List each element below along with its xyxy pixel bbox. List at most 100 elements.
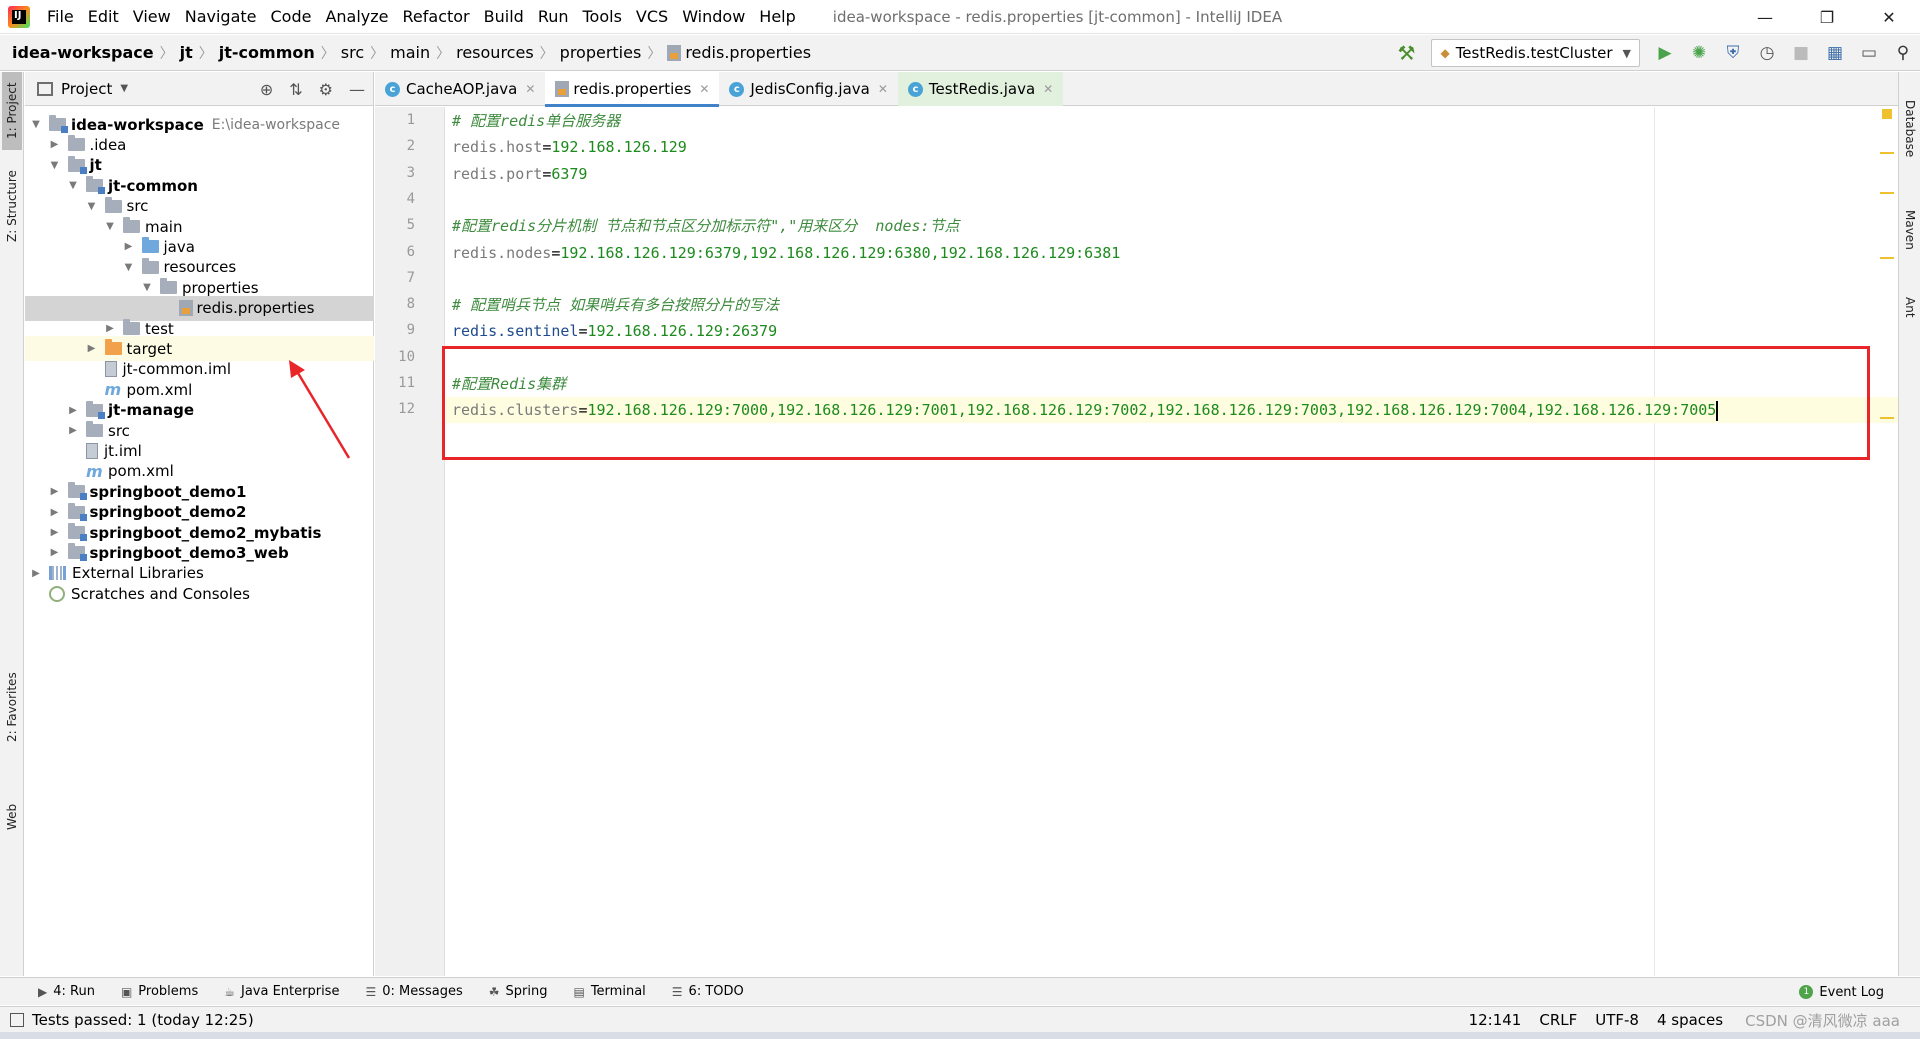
chevron-right-icon[interactable]: ▶: [48, 547, 62, 558]
chevron-right-icon[interactable]: ▶: [48, 486, 62, 497]
chevron-right-icon[interactable]: ▶: [48, 527, 62, 538]
stripe-mark[interactable]: [1880, 417, 1894, 419]
indent-setting[interactable]: 4 spaces: [1657, 1011, 1723, 1029]
menu-help[interactable]: Help: [752, 0, 802, 34]
menu-edit[interactable]: Edit: [81, 0, 126, 34]
code-editor[interactable]: # 配置redis单台服务器 redis.host=192.168.126.129…: [446, 107, 1898, 976]
code-line[interactable]: redis.sentinel=192.168.126.129:26379: [452, 318, 777, 344]
bottom-tool-button[interactable]: ☘ Spring: [477, 984, 562, 999]
bottom-tool-button[interactable]: ▤ Terminal: [561, 984, 659, 999]
minimize-icon[interactable]: —: [1734, 0, 1796, 34]
close-icon[interactable]: ✕: [699, 82, 709, 96]
tree-node[interactable]: Scratches and Consoles: [25, 581, 374, 606]
breadcrumb-item[interactable]: idea-workspace: [6, 43, 160, 62]
locate-icon[interactable]: ⊕: [260, 80, 273, 99]
search-icon[interactable]: ⚲: [1886, 38, 1920, 68]
chevron-right-icon[interactable]: ▶: [29, 568, 43, 579]
tab-project[interactable]: 1: Project: [2, 72, 22, 150]
chevron-right-icon[interactable]: ▶: [66, 425, 80, 436]
breadcrumb-item[interactable]: redis.properties: [661, 43, 817, 62]
menu-file[interactable]: File: [40, 0, 81, 34]
gear-icon[interactable]: ⚙: [319, 80, 333, 99]
tab-maven[interactable]: Maven: [1900, 190, 1920, 270]
line-separator[interactable]: CRLF: [1539, 1011, 1577, 1029]
tab-web[interactable]: Web: [2, 792, 22, 842]
menu-tools[interactable]: Tools: [576, 0, 629, 34]
menu-refactor[interactable]: Refactor: [396, 0, 477, 34]
code-line[interactable]: redis.nodes=192.168.126.129:6379,192.168…: [452, 240, 1120, 266]
code-line[interactable]: #配置redis分片机制 节点和节点区分加标示符","用来区分 nodes:节点: [452, 213, 960, 239]
profile-icon[interactable]: ◷: [1750, 38, 1784, 68]
debug-bug-icon[interactable]: ✺: [1682, 38, 1716, 68]
close-icon[interactable]: ✕: [525, 82, 535, 96]
editor-tab[interactable]: redis.properties ✕: [545, 72, 720, 107]
run-configuration-select[interactable]: ◆ TestRedis.testCluster ▼: [1431, 39, 1640, 67]
hide-icon[interactable]: —: [349, 80, 365, 99]
bottom-tool-button[interactable]: ▣ Problems: [109, 984, 212, 999]
tab-database[interactable]: Database: [1900, 84, 1920, 174]
status-message[interactable]: Tests passed: 1 (today 12:25): [32, 1011, 254, 1029]
chevron-right-icon[interactable]: ▶: [122, 241, 136, 252]
breadcrumb-item[interactable]: jt-common: [213, 43, 321, 62]
tab-structure[interactable]: Z: Structure: [2, 156, 22, 256]
restore-icon[interactable]: ❐: [1796, 0, 1858, 34]
code-line[interactable]: redis.host=192.168.126.129: [452, 134, 687, 160]
stop-icon[interactable]: ■: [1784, 38, 1818, 68]
stripe-mark[interactable]: [1880, 257, 1894, 259]
chevron-down-icon[interactable]: ▼: [29, 119, 43, 130]
close-icon[interactable]: ✕: [1858, 0, 1920, 34]
menu-vcs[interactable]: VCS: [629, 0, 675, 34]
chevron-right-icon[interactable]: ▶: [66, 405, 80, 416]
chevron-right-icon[interactable]: ▶: [103, 323, 117, 334]
chevron-down-icon[interactable]: ▼: [103, 221, 117, 232]
bottom-tool-button[interactable]: ☰ 6: TODO: [660, 984, 758, 999]
bottom-tool-button[interactable]: ☕ Java Enterprise: [212, 984, 353, 999]
code-line[interactable]: # 配置redis单台服务器: [452, 108, 620, 134]
collapse-all-icon[interactable]: ⇅: [289, 80, 302, 99]
code-line[interactable]: # 配置哨兵节点 如果哨兵有多台按照分片的写法: [452, 292, 779, 318]
bottom-tool-button[interactable]: ▶ 4: Run: [26, 984, 109, 999]
chevron-down-icon[interactable]: ▼: [48, 160, 62, 171]
menu-view[interactable]: View: [126, 0, 178, 34]
close-icon[interactable]: ✕: [1043, 82, 1053, 96]
project-view-select[interactable]: Project: [61, 80, 112, 98]
menu-analyze[interactable]: Analyze: [318, 0, 395, 34]
chevron-right-icon[interactable]: ▶: [85, 343, 99, 354]
layout-icon[interactable]: ▭: [1852, 38, 1886, 68]
close-icon[interactable]: ✕: [878, 82, 888, 96]
menu-navigate[interactable]: Navigate: [178, 0, 264, 34]
chevron-down-icon[interactable]: ▼: [122, 262, 136, 273]
editor-tab[interactable]: c TestRedis.java ✕: [897, 72, 1064, 106]
breadcrumb-item[interactable]: main: [384, 43, 436, 62]
file-encoding[interactable]: UTF-8: [1595, 1011, 1639, 1029]
tab-ant[interactable]: Ant: [1900, 282, 1920, 332]
chevron-down-icon[interactable]: ▼: [140, 282, 154, 293]
stripe-mark[interactable]: [1880, 192, 1894, 194]
editor-tab[interactable]: c JedisConfig.java ✕: [719, 72, 898, 106]
code-line[interactable]: redis.port=6379: [452, 161, 587, 187]
project-structure-icon[interactable]: ▦: [1818, 38, 1852, 68]
breadcrumb-item[interactable]: resources: [450, 43, 540, 62]
chevron-right-icon[interactable]: ▶: [48, 139, 62, 150]
caret-position[interactable]: 12:141: [1469, 1011, 1522, 1029]
breadcrumb-item[interactable]: src: [335, 43, 370, 62]
event-log-button[interactable]: 1 Event Log: [1799, 978, 1884, 1006]
chevron-down-icon[interactable]: ▼: [120, 83, 128, 94]
bottom-tool-button[interactable]: ☰ 0: Messages: [353, 984, 476, 999]
breadcrumb-item[interactable]: properties: [554, 43, 648, 62]
menu-window[interactable]: Window: [675, 0, 752, 34]
breadcrumb-item[interactable]: jt: [174, 43, 199, 62]
status-toggle-icon[interactable]: [10, 1012, 24, 1027]
menu-code[interactable]: Code: [264, 0, 319, 34]
run-icon[interactable]: ▶: [1648, 38, 1682, 68]
coverage-icon[interactable]: ⛨: [1716, 38, 1750, 68]
tab-favorites[interactable]: 2: Favorites: [2, 652, 22, 762]
menu-run[interactable]: Run: [531, 0, 576, 34]
warning-indicator-icon[interactable]: [1882, 109, 1892, 119]
chevron-right-icon[interactable]: ▶: [48, 507, 62, 518]
chevron-down-icon[interactable]: ▼: [85, 201, 99, 212]
editor-tab[interactable]: c CacheAOP.java ✕: [375, 72, 545, 106]
build-hammer-icon[interactable]: ⚒: [1389, 38, 1423, 68]
chevron-down-icon[interactable]: ▼: [66, 180, 80, 191]
stripe-mark[interactable]: [1880, 152, 1894, 154]
